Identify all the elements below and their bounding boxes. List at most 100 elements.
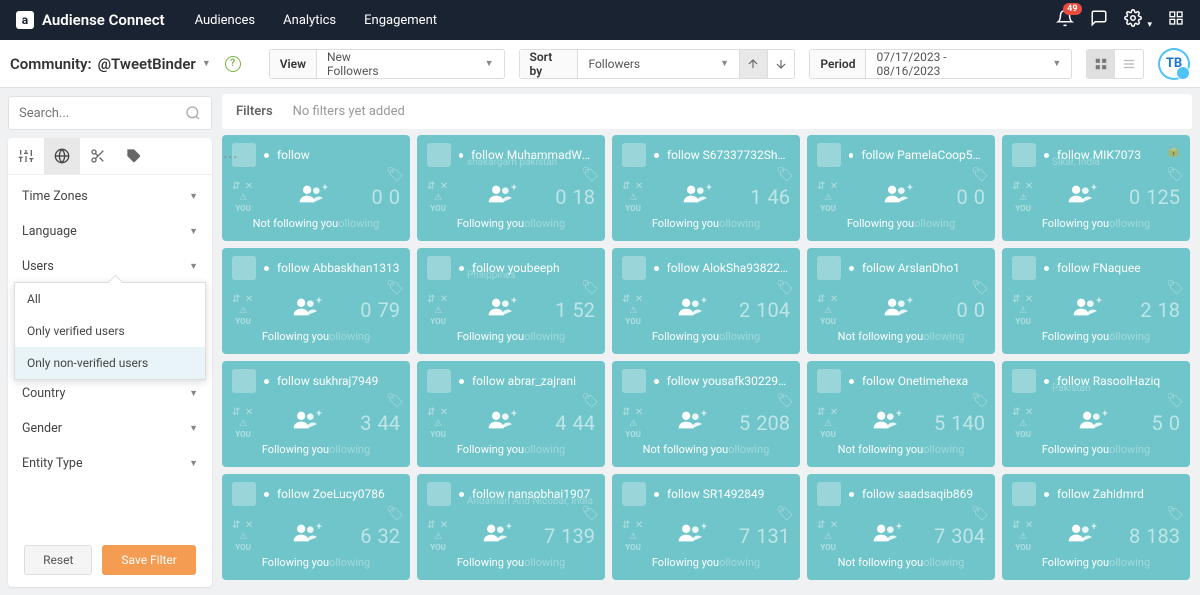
apps-icon[interactable]: [1168, 10, 1184, 30]
follower-card[interactable]: follow Abbaskhan1313 🏷 ⇵ ✕ ⚠ YOU + 0 79 …: [222, 248, 410, 354]
card-avatar: [427, 369, 451, 393]
view-select[interactable]: New Followers▼: [317, 50, 504, 78]
follower-card[interactable]: follow 🏷 ⇵ ✕ ⚠ YOU + 0 0 Not following y…: [222, 135, 410, 241]
card-stat-2: 0: [1169, 411, 1180, 435]
follower-card[interactable]: follow PamelaCoop55919 🏷 ⇵ ✕ ⚠ YOU + 0 0…: [807, 135, 995, 241]
period-select[interactable]: 07/17/2023 - 08/16/2023▼: [866, 50, 1071, 78]
card-avatar: [622, 256, 646, 280]
card-avatar: [1012, 143, 1036, 167]
gear-icon[interactable]: ▾: [1124, 9, 1153, 31]
follower-card[interactable]: follow MuhammadWa72845 shakargarh pakist…: [417, 135, 605, 241]
card-avatar: [1012, 256, 1036, 280]
card-avatar: [817, 369, 841, 393]
people-icon: +: [883, 182, 913, 212]
follower-card[interactable]: follow ZoeLucy0786 🏷 ⇵ ✕ ⚠ YOU + 6 32 Fo…: [222, 474, 410, 580]
warning-icon: ⚠: [629, 532, 637, 542]
warning-icon: ⚠: [1019, 193, 1027, 203]
card-status: Not following youollowing: [817, 330, 985, 343]
card-stat-1: 7: [544, 524, 555, 548]
save-filter-button[interactable]: Save Filter: [102, 545, 195, 575]
card-stat-2: 0: [389, 185, 400, 209]
card-stat-2: 79: [378, 298, 400, 322]
follower-card[interactable]: follow Zahidmrd 🏷 ⇵ ✕ ⚠ YOU + 8 183 Foll…: [1002, 474, 1190, 580]
follower-card[interactable]: follow RasoolHaziq Pakistan 🏷 ⇵ ✕ ⚠ YOU …: [1002, 361, 1190, 467]
card-avatar: [1012, 482, 1036, 506]
follower-card[interactable]: follow FNaquee 🏷 ⇵ ✕ ⚠ YOU + 2 18 Follow…: [1002, 248, 1190, 354]
svg-text:+: +: [1096, 296, 1102, 307]
follower-card[interactable]: follow MIK7073 Sikar, India 🏷 🔒 ⇵ ✕ ⚠ YO…: [1002, 135, 1190, 241]
filters-label: Filters: [236, 104, 273, 119]
tab-sliders[interactable]: [8, 138, 44, 174]
follower-card[interactable]: follow nansobhai1907 Andaman And Nicobar…: [417, 474, 605, 580]
warning-icon: ⚠: [239, 419, 247, 429]
help-icon[interactable]: ?: [225, 56, 241, 72]
filter-language[interactable]: Language▼: [8, 214, 212, 249]
card-stat-1: 7: [934, 524, 945, 548]
brand-name: Audiense Connect: [42, 11, 165, 29]
card-avatar: [1012, 369, 1036, 393]
warning-icon: ⚠: [1019, 306, 1027, 316]
tab-tag[interactable]: [116, 138, 152, 174]
warning-icon: ⚠: [434, 532, 442, 542]
tab-globe[interactable]: [44, 138, 80, 174]
tab-scissors[interactable]: [80, 138, 116, 174]
filter-gender[interactable]: Gender▼: [8, 411, 212, 446]
community-selector[interactable]: Community: @TweetBinder ▼: [10, 55, 211, 73]
sort-desc-button[interactable]: [767, 50, 795, 78]
svg-text:+: +: [907, 296, 913, 307]
card-stat-2: 125: [1146, 185, 1180, 209]
warning-icon: ⚠: [824, 193, 832, 203]
chat-icon[interactable]: [1090, 9, 1108, 31]
warning-icon: ⚠: [239, 193, 247, 203]
follower-card[interactable]: follow youbeeph Philippines 🏷 ⇵ ✕ ⚠ YOU …: [417, 248, 605, 354]
grid-view-button[interactable]: [1087, 50, 1115, 78]
people-icon: +: [677, 521, 707, 551]
filter-timezones[interactable]: Time Zones▼: [8, 179, 212, 214]
people-icon: +: [1078, 408, 1108, 438]
follower-card[interactable]: follow AlokSha93822528 🏷 ⇵ ✕ ⚠ YOU + 2 1…: [612, 248, 800, 354]
card-stat-2: 44: [573, 411, 595, 435]
card-avatar: [232, 369, 256, 393]
sort-group: Sort by Followers▼: [519, 49, 796, 79]
sort-asc-button[interactable]: [739, 50, 767, 78]
warning-icon: ⚠: [824, 532, 832, 542]
people-icon: +: [883, 295, 913, 325]
brand-logo[interactable]: a Audiense Connect: [16, 11, 165, 29]
svg-text:+: +: [1091, 183, 1097, 194]
filter-entity[interactable]: Entity Type▼: [8, 446, 212, 481]
nav-engagement[interactable]: Engagement: [364, 13, 437, 28]
follower-card[interactable]: follow yousafk30229644 🏷 ⇵ ✕ ⚠ YOU + 5 2…: [612, 361, 800, 467]
filter-country[interactable]: Country▼: [8, 376, 212, 411]
users-option-all[interactable]: All: [15, 283, 205, 315]
people-icon: +: [482, 521, 512, 551]
follower-card[interactable]: follow S67337732Shah 🏷 ⇵ ✕ ⚠ YOU + 1 46 …: [612, 135, 800, 241]
follower-card[interactable]: follow SR1492849 🏷 ⇵ ✕ ⚠ YOU + 7 131 Fol…: [612, 474, 800, 580]
follower-card[interactable]: follow abrar_zajrani 🏷 ⇵ ✕ ⚠ YOU + 4 44 …: [417, 361, 605, 467]
list-view-button[interactable]: [1115, 50, 1143, 78]
kebab-icon[interactable]: ⋮: [222, 150, 238, 162]
nav-analytics[interactable]: Analytics: [283, 13, 336, 28]
community-label: Community:: [10, 55, 92, 73]
card-status: Following youollowing: [1012, 556, 1180, 569]
follower-card[interactable]: follow ArslanDho1 🏷 ⇵ ✕ ⚠ YOU + 0 0 Not …: [807, 248, 995, 354]
bell-icon[interactable]: 49: [1056, 9, 1074, 31]
user-avatar[interactable]: TB: [1158, 48, 1190, 80]
people-icon: +: [292, 521, 322, 551]
card-stat-2: 208: [756, 411, 790, 435]
users-option-verified[interactable]: Only verified users: [15, 315, 205, 347]
users-option-nonverified[interactable]: Only non-verified users: [15, 347, 205, 379]
content: Filters No filters yet added follow 🏷 ⇵ …: [220, 88, 1200, 595]
follower-card[interactable]: follow sukhraj7949 🏷 ⇵ ✕ ⚠ YOU + 3 44 Fo…: [222, 361, 410, 467]
search-input[interactable]: [19, 106, 185, 121]
svg-text:+: +: [701, 522, 707, 533]
sort-select[interactable]: Followers▼: [578, 50, 739, 78]
follower-card[interactable]: follow saadsaqib869 🏷 ⇵ ✕ ⚠ YOU + 7 304 …: [807, 474, 995, 580]
follower-card[interactable]: follow Onetimehexa 🏷 ⇵ ✕ ⚠ YOU + 5 140 N…: [807, 361, 995, 467]
reset-button[interactable]: Reset: [24, 545, 92, 575]
filters-bar: Filters No filters yet added: [222, 94, 1192, 129]
svg-text:+: +: [1102, 409, 1108, 420]
card-status: Following youollowing: [1012, 443, 1180, 456]
period-group: Period 07/17/2023 - 08/16/2023▼: [809, 49, 1072, 79]
card-stat-2: 52: [573, 298, 595, 322]
nav-audiences[interactable]: Audiences: [195, 13, 256, 28]
